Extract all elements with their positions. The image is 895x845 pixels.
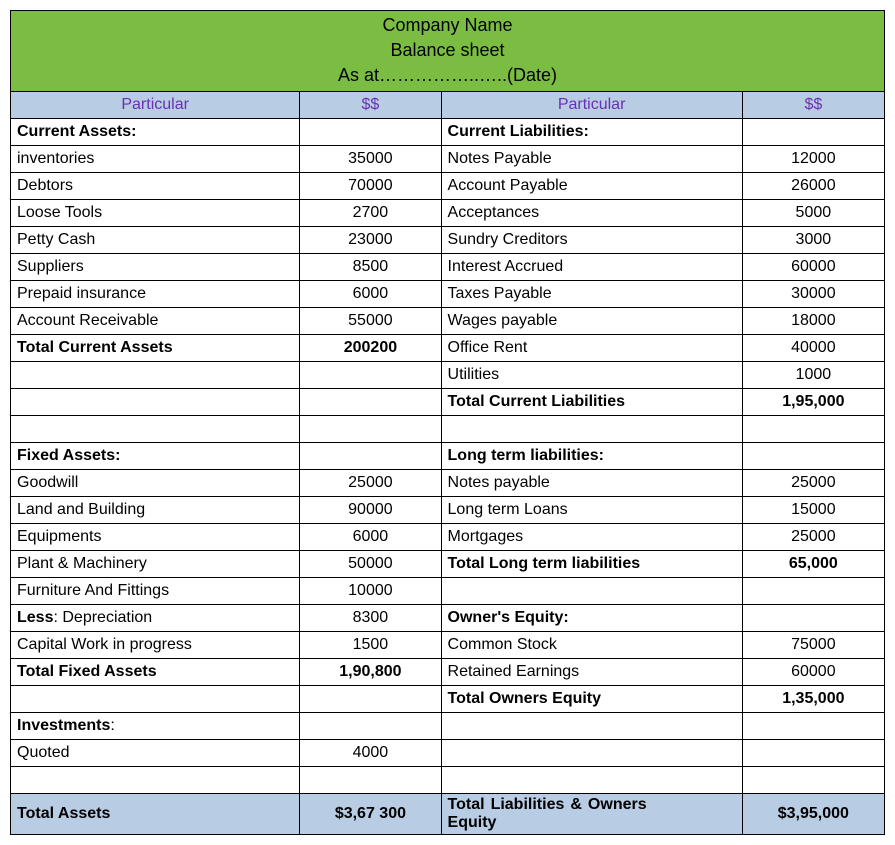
line-value: 1000 [742, 361, 884, 388]
line-item: Account Receivable [11, 307, 300, 334]
line-value: 90000 [300, 496, 441, 523]
current-liabilities-head: Current Liabilities: [441, 118, 742, 145]
header-right-amount: $$ [742, 91, 884, 118]
long-term-liabilities-head: Long term liabilities: [441, 442, 742, 469]
line-item: Loose Tools [11, 199, 300, 226]
grand-total-row: Total Assets $3,67 300 TotalLiabilities&… [11, 793, 885, 834]
balance-sheet-table: Company Name Balance sheet As at……………..…… [10, 10, 885, 835]
total-owners-equity-value: 1,35,000 [742, 685, 884, 712]
line-value: 60000 [742, 658, 884, 685]
line-item: Prepaid insurance [11, 280, 300, 307]
line-item: Retained Earnings [441, 658, 742, 685]
line-item: Equipments [11, 523, 300, 550]
company-name: Company Name [17, 13, 878, 38]
line-value: 3000 [742, 226, 884, 253]
total-assets: Total Assets [11, 793, 300, 834]
total-current-liabilities: Total Current Liabilities [441, 388, 742, 415]
line-item: inventories [11, 145, 300, 172]
total-current-assets-value: 200200 [300, 334, 441, 361]
line-item: Taxes Payable [441, 280, 742, 307]
line-item: Wages payable [441, 307, 742, 334]
line-value: 26000 [742, 172, 884, 199]
line-value: 1500 [300, 631, 441, 658]
line-value: 15000 [742, 496, 884, 523]
line-value: 8500 [300, 253, 441, 280]
header-right-particular: Particular [441, 91, 742, 118]
total-long-term-liabilities: Total Long term liabilities [441, 550, 742, 577]
line-value: 70000 [300, 172, 441, 199]
line-item: Quoted [11, 739, 300, 766]
as-at-date: As at……………..…..(Date) [17, 63, 878, 88]
total-liabilities-equity: TotalLiabilities&OwnersEquity [441, 793, 742, 834]
line-item: Goodwill [11, 469, 300, 496]
line-value: 6000 [300, 280, 441, 307]
line-item: Common Stock [441, 631, 742, 658]
line-item: Land and Building [11, 496, 300, 523]
line-value: 6000 [300, 523, 441, 550]
fixed-assets-head: Fixed Assets: [11, 442, 300, 469]
line-value: 60000 [742, 253, 884, 280]
total-fixed-assets-value: 1,90,800 [300, 658, 441, 685]
total-current-liabilities-value: 1,95,000 [742, 388, 884, 415]
line-value: 10000 [300, 577, 441, 604]
total-fixed-assets: Total Fixed Assets [11, 658, 300, 685]
column-headers: Particular $$ Particular $$ [11, 91, 885, 118]
line-item: Office Rent [441, 334, 742, 361]
line-value: 5000 [742, 199, 884, 226]
line-item: Capital Work in progress [11, 631, 300, 658]
line-value: 12000 [742, 145, 884, 172]
line-item: Interest Accrued [441, 253, 742, 280]
line-value: 40000 [742, 334, 884, 361]
less-depreciation: Less: Depreciation [11, 604, 300, 631]
line-value: 55000 [300, 307, 441, 334]
line-value: 23000 [300, 226, 441, 253]
sheet-title: Balance sheet [17, 38, 878, 63]
line-value: 75000 [742, 631, 884, 658]
line-item: Notes Payable [441, 145, 742, 172]
line-item: Mortgages [441, 523, 742, 550]
title-block: Company Name Balance sheet As at……………..…… [11, 11, 885, 92]
total-liabilities-equity-value: $3,95,000 [742, 793, 884, 834]
line-item: Suppliers [11, 253, 300, 280]
total-long-term-liabilities-value: 65,000 [742, 550, 884, 577]
line-value: 4000 [300, 739, 441, 766]
line-item: Notes payable [441, 469, 742, 496]
line-item: Debtors [11, 172, 300, 199]
line-item: Plant & Machinery [11, 550, 300, 577]
header-left-particular: Particular [11, 91, 300, 118]
line-value: 18000 [742, 307, 884, 334]
line-item: Petty Cash [11, 226, 300, 253]
total-current-assets: Total Current Assets [11, 334, 300, 361]
line-item: Account Payable [441, 172, 742, 199]
investments-head: Investments: [11, 712, 300, 739]
line-value: 25000 [300, 469, 441, 496]
line-item: Sundry Creditors [441, 226, 742, 253]
line-value: 35000 [300, 145, 441, 172]
line-value: 50000 [300, 550, 441, 577]
total-owners-equity: Total Owners Equity [441, 685, 742, 712]
owners-equity-head: Owner's Equity: [441, 604, 742, 631]
line-value: 8300 [300, 604, 441, 631]
line-item: Utilities [441, 361, 742, 388]
line-item: Furniture And Fittings [11, 577, 300, 604]
line-value: 25000 [742, 469, 884, 496]
total-assets-value: $3,67 300 [300, 793, 441, 834]
line-item: Long term Loans [441, 496, 742, 523]
current-assets-head: Current Assets: [11, 118, 300, 145]
line-item: Acceptances [441, 199, 742, 226]
line-value: 25000 [742, 523, 884, 550]
line-value: 30000 [742, 280, 884, 307]
line-value: 2700 [300, 199, 441, 226]
header-left-amount: $$ [300, 91, 441, 118]
